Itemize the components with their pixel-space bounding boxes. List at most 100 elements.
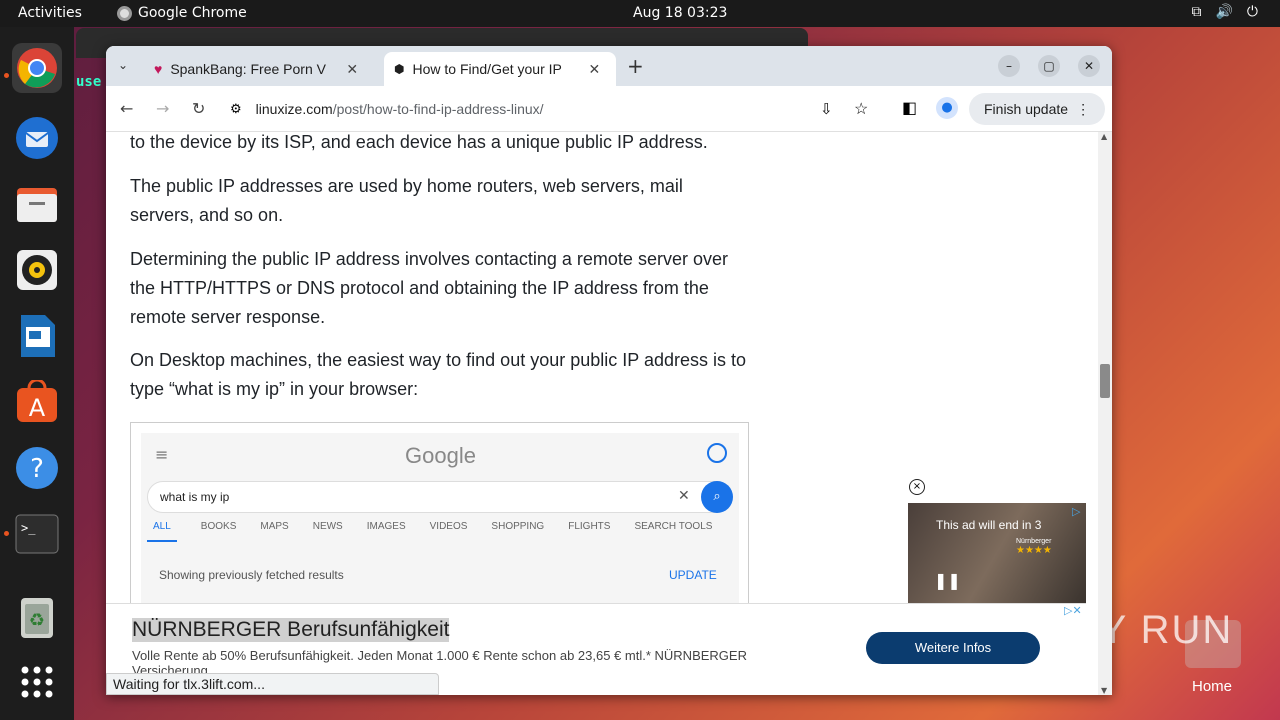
toolbar: ← → ↻ ⚙ linuxize.com /post/how-to-find-i… (106, 86, 1112, 132)
google-tab: VIDEOS (429, 521, 468, 532)
video-ad[interactable]: This ad will end in 3 Nürnberger ★★★★ ❚❚… (908, 503, 1086, 603)
google-screenshot-image: ≡ Google what is my ip ✕ ⌕ ALL BOOKS MAP… (130, 422, 749, 622)
adchoices-icon[interactable]: ▷ (1072, 505, 1080, 518)
status-bar: Waiting for tlx.3lift.com... (106, 673, 439, 695)
google-logo: Google (405, 443, 476, 468)
scroll-down-icon[interactable]: ▼ (1101, 686, 1107, 695)
ad-headline[interactable]: NÜRNBERGER Berufsunfähigkeit (132, 618, 450, 642)
tab-title: How to Find/Get your IP (412, 61, 562, 77)
google-panel: ≡ Google what is my ip ✕ ⌕ ALL BOOKS MAP… (141, 433, 739, 608)
app-menu[interactable]: Google Chrome (117, 5, 247, 21)
system-tray[interactable]: ⧉ 🔊 ⏻ (1191, 4, 1258, 20)
article-paragraph: to the device by its ISP, and each devic… (130, 132, 708, 152)
article-paragraph: The public IP addresses are used by home… (130, 176, 683, 225)
dock: A ? >_ ♻ (0, 27, 74, 720)
hamburger-icon: ≡ (155, 445, 169, 464)
google-tab: MAPS (260, 521, 289, 532)
running-indicator (4, 73, 9, 78)
update-link: UPDATE (669, 568, 717, 582)
tab-title: SpankBang: Free Porn V (170, 61, 326, 77)
help-icon[interactable]: ? (12, 443, 62, 493)
terminal-icon[interactable]: >_ (12, 509, 62, 559)
tab-spankbang[interactable]: ♥ SpankBang: Free Porn V ✕ (146, 52, 378, 86)
menu-dots-icon: ⋮ (1076, 100, 1091, 117)
ad-brand: Nürnberger (1016, 538, 1052, 545)
ad-body: Volle Rente ab 50% Berufsunfähigkeit. Je… (132, 648, 747, 676)
terminal-user-text: use (76, 74, 102, 90)
tab-bar: ⌄ ♥ SpankBang: Free Porn V ✕ ⬢ How to Fi… (106, 46, 1112, 86)
page-content: to the device by its ISP, and each devic… (106, 132, 1112, 695)
chrome-icon (117, 5, 132, 21)
top-bar: Activities Google Chrome Aug 18 03:23 ⧉ … (0, 0, 1280, 27)
side-panel-icon[interactable]: ◧ (902, 98, 917, 117)
thunderbird-icon[interactable] (12, 113, 62, 163)
finish-update-button[interactable]: Finish update ⋮ (969, 93, 1105, 125)
new-tab-button[interactable]: + (627, 54, 644, 78)
power-icon: ⏻ (1246, 4, 1258, 20)
scrollbar[interactable]: ▲ ▼ (1098, 132, 1112, 695)
rhythmbox-icon[interactable] (12, 245, 62, 295)
svg-text:?: ? (30, 454, 44, 484)
svg-text:>_: >_ (21, 521, 36, 535)
pause-icon[interactable]: ❚❚ (934, 571, 961, 590)
tab-linuxize[interactable]: ⬢ How to Find/Get your IP ✕ (384, 52, 616, 86)
clear-icon: ✕ (678, 488, 690, 504)
profile-avatar-icon[interactable]: ● (936, 97, 958, 119)
linuxize-favicon-icon: ⬢ (394, 62, 405, 76)
minimize-button[interactable]: – (998, 55, 1020, 77)
address-bar[interactable]: ⚙ linuxize.com /post/how-to-find-ip-addr… (220, 92, 880, 126)
google-tab: SHOPPING (491, 521, 545, 532)
google-tab: BOOKS (200, 521, 237, 532)
scroll-up-icon[interactable]: ▲ (1101, 132, 1107, 141)
scrollbar-thumb[interactable] (1100, 364, 1110, 398)
show-apps-icon[interactable] (12, 657, 62, 707)
app-name: Google Chrome (138, 5, 247, 21)
adchoices-icon[interactable]: ▷✕ (1064, 604, 1082, 617)
google-tab: NEWS (312, 521, 343, 532)
back-button[interactable]: ← (120, 99, 133, 118)
svg-text:♻: ♻ (29, 610, 45, 631)
ad-cta-button[interactable]: Weitere Infos (866, 632, 1040, 664)
chrome-dock-icon[interactable] (12, 43, 62, 93)
close-tab-icon[interactable]: ✕ (346, 61, 358, 78)
search-query: what is my ip (160, 490, 230, 504)
volume-icon: 🔊 (1215, 4, 1233, 20)
libreoffice-writer-icon[interactable] (12, 311, 62, 361)
google-tab: IMAGES (366, 521, 406, 532)
home-folder-label[interactable]: Home (1192, 678, 1232, 695)
fetched-notice: Showing previously fetched results (159, 568, 344, 582)
status-text: Waiting for tlx.3lift.com... (113, 676, 265, 692)
network-icon: ⧉ (1191, 4, 1202, 20)
maximize-button[interactable]: ▢ (1038, 55, 1060, 77)
url-path: /post/how-to-find-ip-address-linux/ (332, 101, 544, 117)
heart-icon: ♥ (154, 61, 163, 77)
close-window-button[interactable]: ✕ (1078, 55, 1100, 77)
bookmark-star-icon[interactable]: ☆ (854, 99, 868, 119)
account-icon (707, 443, 727, 463)
running-indicator (4, 531, 9, 536)
close-ad-icon[interactable]: × (909, 479, 925, 495)
google-tabs: ALL BOOKS MAPS NEWS IMAGES VIDEOS SHOPPI… (147, 521, 732, 542)
chrome-window: ⌄ ♥ SpankBang: Free Porn V ✕ ⬢ How to Fi… (106, 46, 1112, 695)
close-tab-icon[interactable]: ✕ (588, 61, 600, 78)
install-app-icon[interactable]: ⇩ (820, 100, 833, 118)
article-paragraph: Determining the public IP address involv… (130, 249, 728, 327)
forward-button[interactable]: → (156, 99, 169, 118)
files-icon[interactable] (12, 179, 62, 229)
ad-countdown: This ad will end in 3 (936, 518, 1042, 532)
trash-icon[interactable]: ♻ (12, 592, 62, 642)
app-center-icon[interactable]: A (12, 377, 62, 427)
site-info-icon[interactable]: ⚙ (230, 101, 242, 117)
url-host: linuxize.com (255, 101, 333, 117)
google-tab: SEARCH TOOLS (634, 521, 713, 532)
ad-rating: ★★★★ (1016, 545, 1052, 556)
activities-button[interactable]: Activities (18, 5, 82, 21)
ad-cta-label: Weitere Infos (914, 640, 992, 655)
google-tab: ALL (147, 521, 177, 542)
svg-text:A: A (29, 394, 46, 422)
tab-search-icon[interactable]: ⌄ (118, 58, 128, 72)
clock[interactable]: Aug 18 03:23 (633, 5, 727, 21)
search-icon: ⌕ (701, 481, 733, 513)
reload-button[interactable]: ↻ (192, 99, 205, 118)
finish-update-label: Finish update (984, 101, 1069, 117)
